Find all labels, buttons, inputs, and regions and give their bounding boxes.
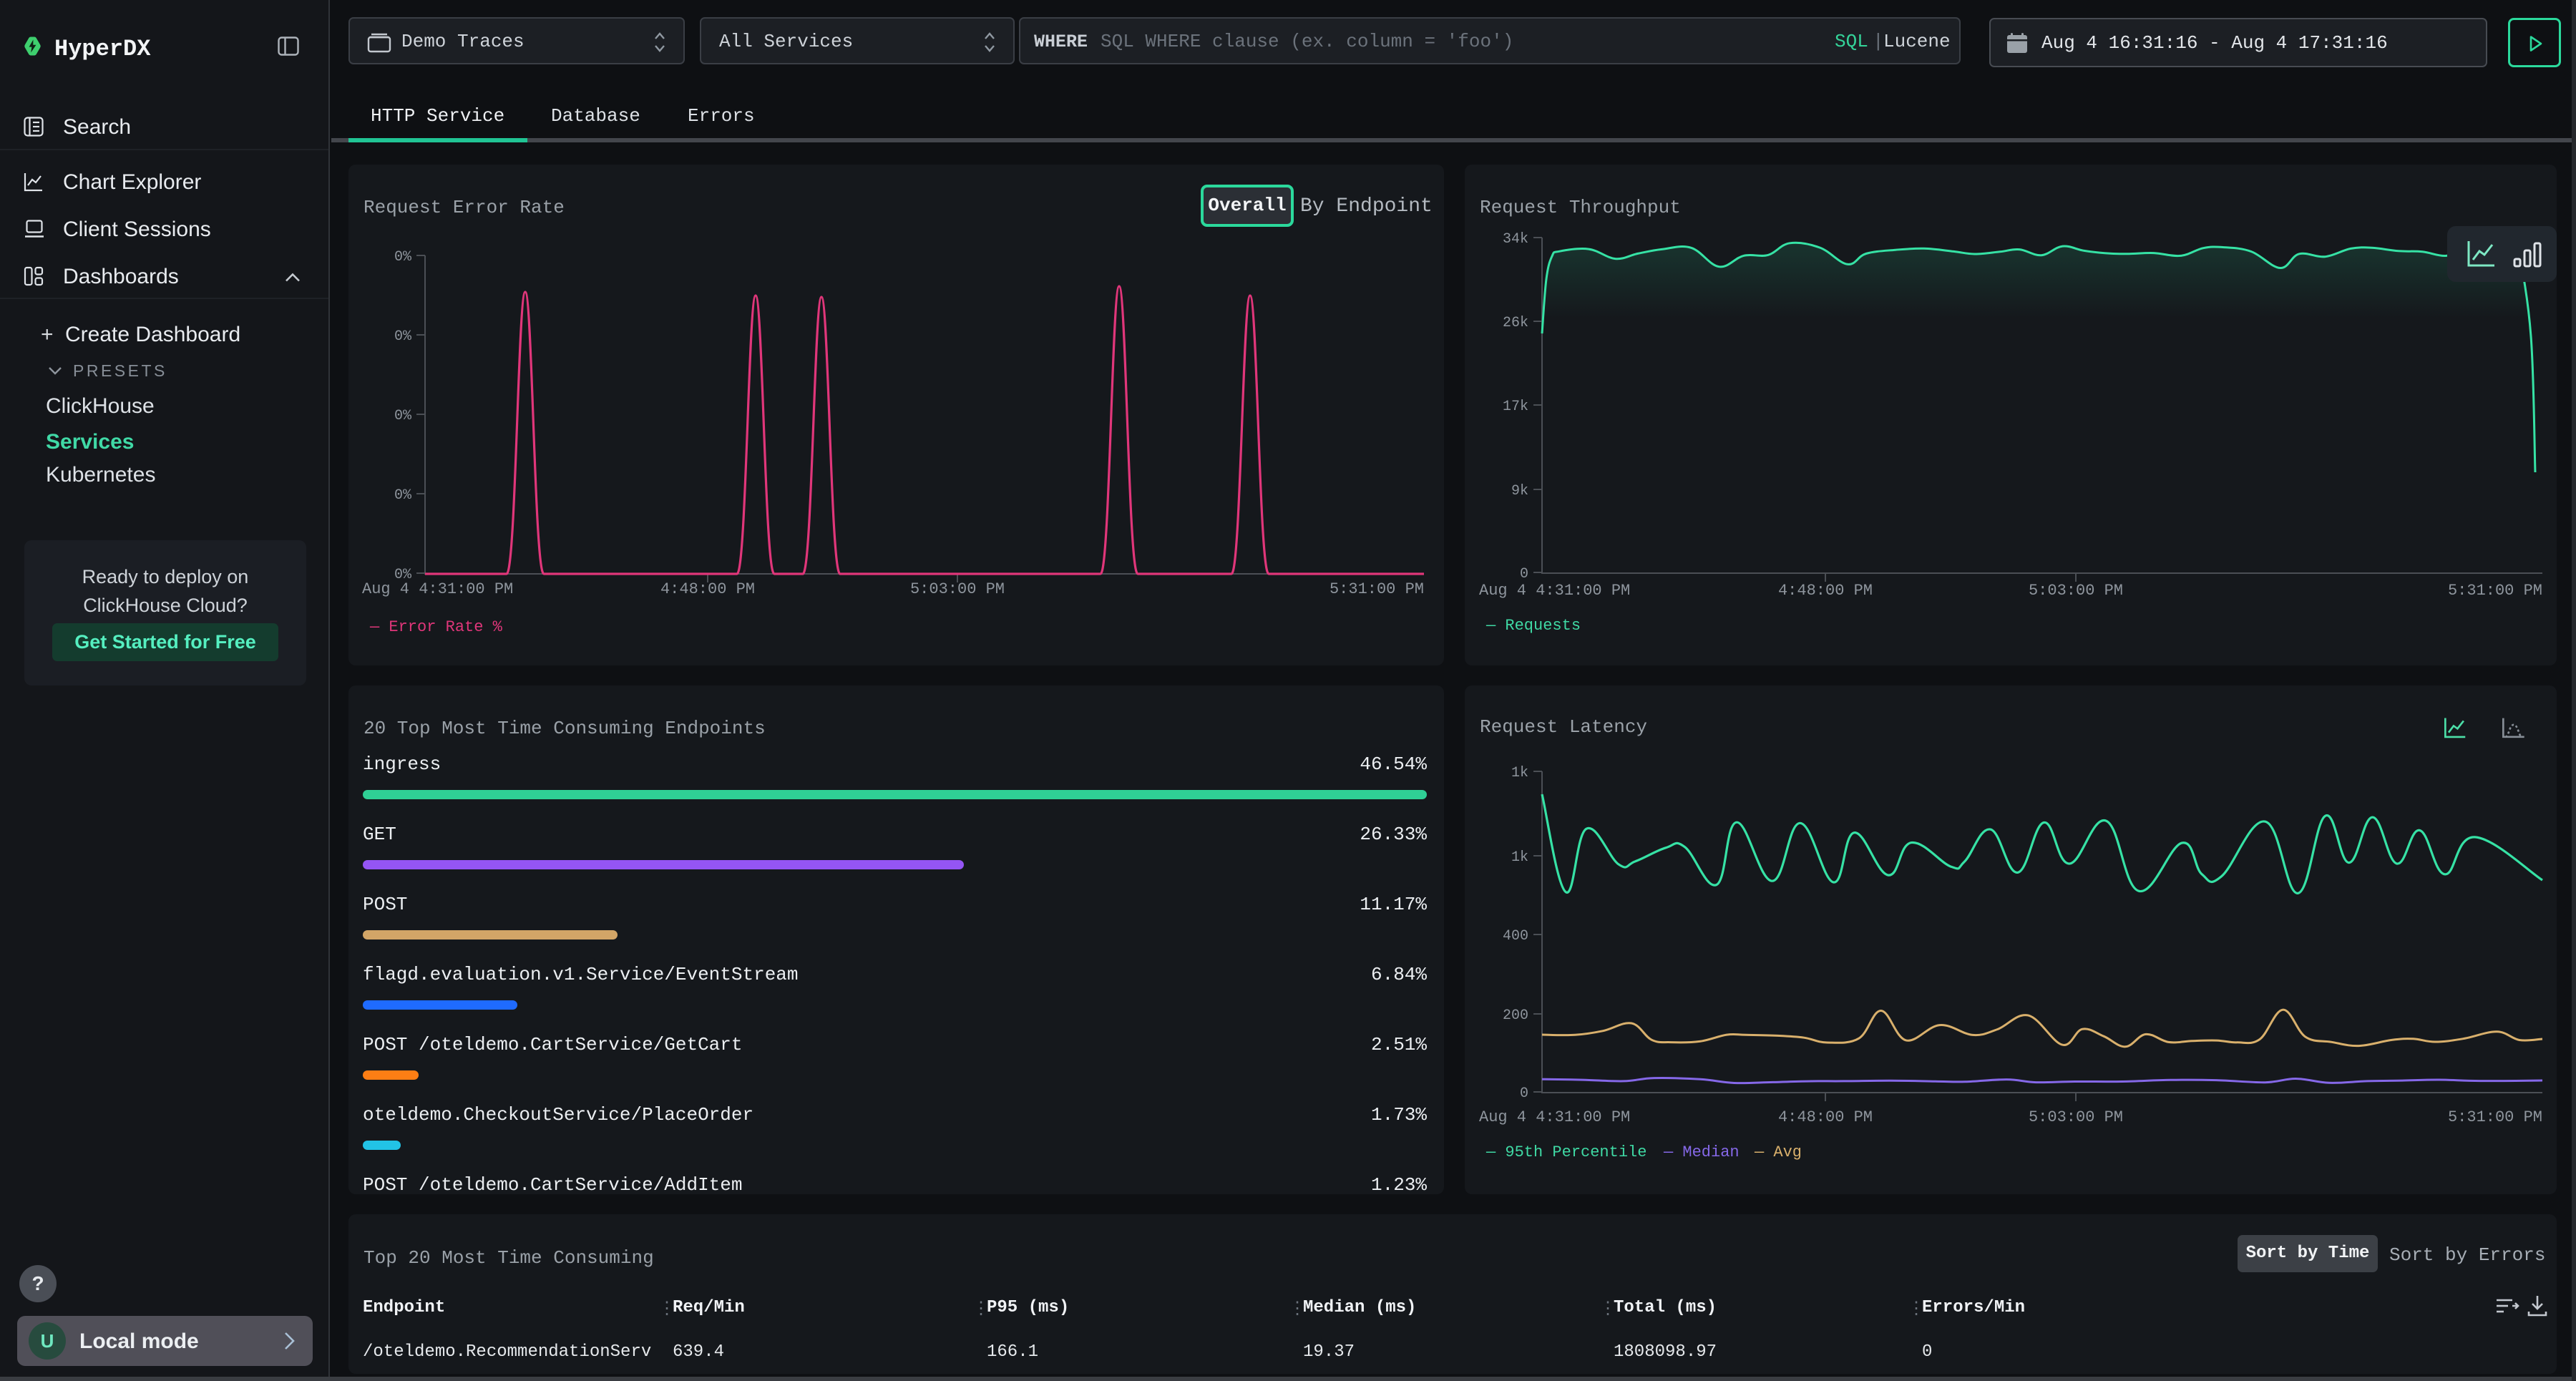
svg-text:5:03:00 PM: 5:03:00 PM bbox=[2029, 1108, 2123, 1126]
svg-text:5:03:00 PM: 5:03:00 PM bbox=[2029, 582, 2123, 600]
svg-text:— Median: — Median bbox=[1663, 1143, 1740, 1161]
svg-text:— Requests: — Requests bbox=[1485, 617, 1581, 635]
svg-text:0: 0 bbox=[1520, 1085, 1528, 1102]
svg-text:4:48:00 PM: 4:48:00 PM bbox=[660, 580, 755, 598]
svg-text:0%: 0% bbox=[394, 487, 412, 504]
svg-text:0: 0 bbox=[1520, 566, 1528, 582]
svg-text:1k: 1k bbox=[1511, 765, 1528, 781]
svg-text:4:48:00 PM: 4:48:00 PM bbox=[1778, 1108, 1873, 1126]
svg-text:4:48:00 PM: 4:48:00 PM bbox=[1778, 582, 1873, 600]
svg-text:17k: 17k bbox=[1503, 399, 1528, 415]
svg-text:9k: 9k bbox=[1511, 483, 1528, 499]
svg-text:0%: 0% bbox=[394, 328, 412, 345]
svg-text:— 95th Percentile: — 95th Percentile bbox=[1485, 1143, 1646, 1161]
svg-text:— Avg: — Avg bbox=[1754, 1143, 1802, 1161]
svg-text:26k: 26k bbox=[1503, 315, 1528, 331]
svg-text:5:03:00 PM: 5:03:00 PM bbox=[910, 580, 1005, 598]
svg-text:200: 200 bbox=[1503, 1007, 1528, 1024]
svg-text:Aug 4 4:31:00 PM: Aug 4 4:31:00 PM bbox=[362, 580, 513, 598]
svg-text:34k: 34k bbox=[1503, 231, 1528, 248]
svg-text:0%: 0% bbox=[394, 408, 412, 424]
svg-text:400: 400 bbox=[1503, 928, 1528, 945]
svg-text:1k: 1k bbox=[1511, 849, 1528, 866]
svg-text:5:31:00 PM: 5:31:00 PM bbox=[2448, 1108, 2542, 1126]
svg-text:5:31:00 PM: 5:31:00 PM bbox=[1330, 580, 1424, 598]
svg-text:5:31:00 PM: 5:31:00 PM bbox=[2448, 582, 2542, 600]
svg-text:Aug 4 4:31:00 PM: Aug 4 4:31:00 PM bbox=[1479, 1108, 1630, 1126]
svg-text:— Error Rate %: — Error Rate % bbox=[369, 618, 503, 636]
svg-text:0%: 0% bbox=[394, 249, 412, 265]
svg-text:Aug 4 4:31:00 PM: Aug 4 4:31:00 PM bbox=[1479, 582, 1630, 600]
